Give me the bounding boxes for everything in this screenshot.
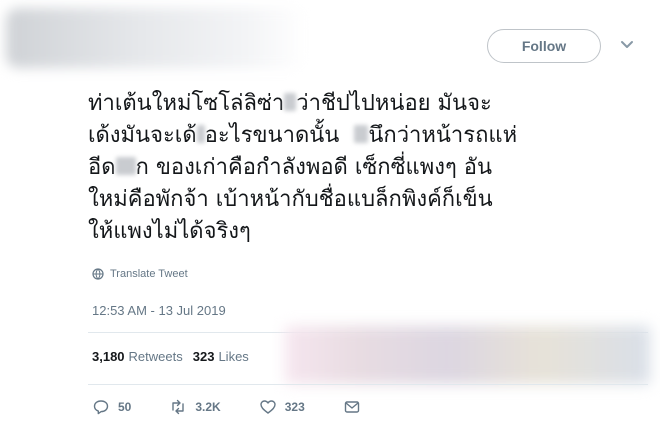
tweet-text-segment: เด้งมันจะเด้ bbox=[88, 123, 197, 148]
retweets-label: Retweets bbox=[128, 349, 183, 364]
tweet-text-segment: นึกว่าหน้ารถแห่ bbox=[368, 123, 518, 148]
direct-message-button[interactable] bbox=[343, 398, 361, 416]
tweet-line: ใหม่คือพักจ้า เบ้าหน้ากับชื่อแบล็กพิงค์ก… bbox=[88, 187, 493, 212]
tweet-line: อีด ก ของเก่าคือกำลังพอดี เซ็กซี่แพงๆ อัน bbox=[88, 152, 648, 184]
like-button[interactable]: 323 bbox=[259, 398, 305, 416]
tweet-text-segment: ท่าเต้นใหม่โซโล่ลิซ่า bbox=[88, 91, 285, 116]
likes-count: 323 bbox=[192, 349, 215, 364]
tweet-text-segment: อะไรขนาดนั้น bbox=[204, 123, 340, 148]
tweet-timestamp[interactable]: 12:53 AM - 13 Jul 2019 bbox=[92, 303, 226, 318]
retweets-stat[interactable]: 3,180 Retweets bbox=[92, 349, 183, 364]
blurred-author-header bbox=[6, 8, 306, 68]
translate-label: Translate Tweet bbox=[110, 268, 188, 280]
likes-stat[interactable]: 323 Likes bbox=[193, 349, 249, 364]
tweet-text-segment: อีด bbox=[88, 155, 116, 180]
engagement-stats: 3,180 Retweets 323 Likes bbox=[92, 349, 249, 364]
redaction-blur bbox=[196, 125, 205, 143]
retweet-button[interactable]: 3.2K bbox=[169, 398, 221, 416]
globe-icon bbox=[92, 268, 104, 280]
likes-label: Likes bbox=[218, 349, 249, 364]
reply-count: 50 bbox=[118, 400, 132, 414]
tweet-text-segment: ก ของเก่าคือกำลังพอดี เซ็กซี่แพงๆ อัน bbox=[135, 155, 493, 180]
follow-button[interactable]: Follow bbox=[487, 29, 601, 63]
retweet-count: 3.2K bbox=[195, 400, 221, 414]
redaction-blur bbox=[115, 157, 136, 175]
tweet-text: ท่าเต้นใหม่โซโล่ลิซ่า ว่าชีปไปหน่อย มันจะ… bbox=[88, 88, 648, 248]
redaction-blur bbox=[354, 125, 369, 143]
divider bbox=[88, 384, 648, 385]
reply-icon bbox=[93, 400, 109, 415]
action-bar: 50 3.2K 323 bbox=[92, 398, 399, 416]
heart-icon bbox=[260, 400, 276, 414]
like-count: 323 bbox=[284, 400, 305, 414]
translate-tweet-link[interactable]: Translate Tweet bbox=[92, 268, 188, 280]
tweet-card: Follow ท่าเต้นใหม่โซโล่ลิซ่า ว่าชีปไปหน่อ… bbox=[0, 0, 660, 440]
blurred-avatars bbox=[285, 326, 650, 384]
redaction-blur bbox=[284, 93, 297, 111]
envelope-icon bbox=[344, 401, 359, 413]
retweet-icon bbox=[172, 399, 185, 415]
tweet-line: ให้แพงไม่ได้จริงๆ bbox=[88, 219, 251, 244]
tweet-line: ท่าเต้นใหม่โซโล่ลิซ่า ว่าชีปไปหน่อย มันจะ bbox=[88, 88, 648, 120]
chevron-down-icon[interactable] bbox=[618, 36, 636, 54]
retweets-count: 3,180 bbox=[92, 349, 125, 364]
reply-button[interactable]: 50 bbox=[92, 398, 131, 416]
tweet-line: เด้งมันจะเด้ อะไรขนาดนั้น นึกว่าหน้ารถแห่ bbox=[88, 120, 648, 152]
tweet-text-segment: ว่าชีปไปหน่อย มันจะ bbox=[296, 91, 492, 116]
